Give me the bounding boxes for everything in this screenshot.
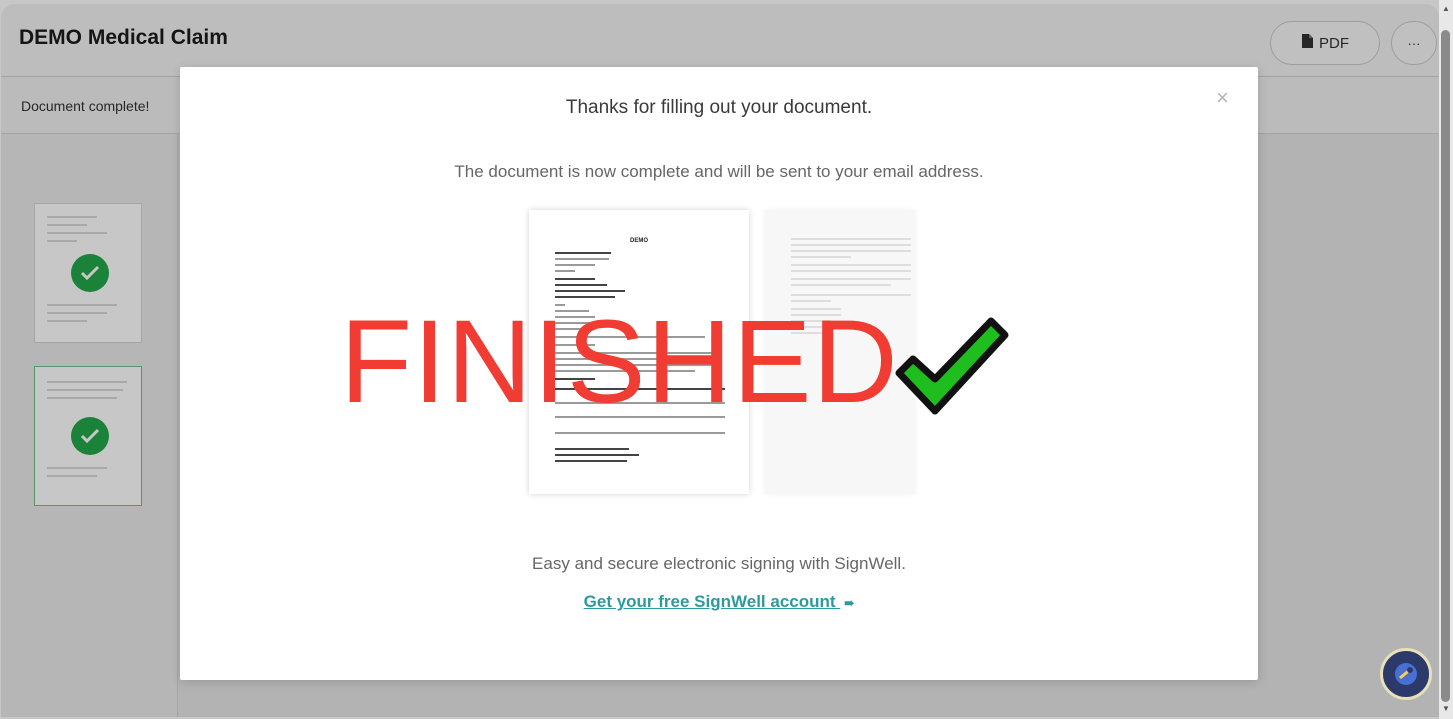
modal-footer-text: Easy and secure electronic signing with … xyxy=(532,554,906,573)
large-check-icon xyxy=(895,317,1009,415)
help-chat-button[interactable] xyxy=(1380,648,1432,700)
modal-subtitle: The document is now complete and will be… xyxy=(454,162,984,181)
chat-assistant-icon xyxy=(1395,663,1417,685)
modal-title: Thanks for filling out your document. xyxy=(565,97,873,118)
finished-stamp-text: FINISHED xyxy=(340,296,899,428)
completion-modal: × Thanks for filling out your document. … xyxy=(180,67,1258,680)
arrow-right-icon: ➠ xyxy=(844,596,855,610)
scrollbar-thumb[interactable] xyxy=(1441,30,1450,702)
scroll-down-icon[interactable]: ▼ xyxy=(1442,704,1450,713)
scroll-up-icon[interactable]: ▲ xyxy=(1442,4,1450,13)
preview-heading: DEMO xyxy=(630,238,648,244)
signup-link-label: Get your free SignWell account xyxy=(583,592,836,611)
page-scrollbar[interactable]: ▲ ▼ xyxy=(1439,0,1453,719)
signup-link[interactable]: Get your free SignWell account ➠ xyxy=(180,592,1258,612)
